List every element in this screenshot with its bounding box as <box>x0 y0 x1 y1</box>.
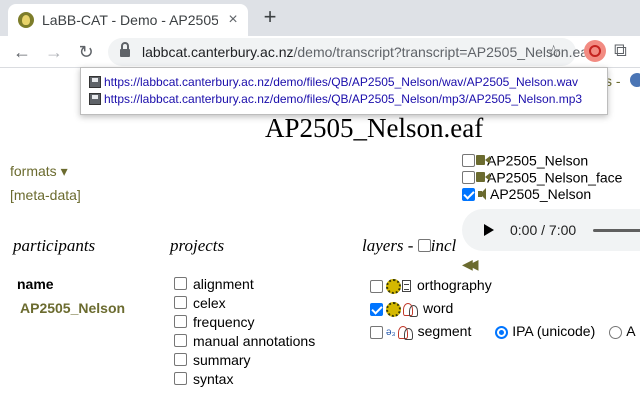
speaker-icon <box>478 188 486 201</box>
close-tab-icon[interactable]: × <box>224 11 242 29</box>
floppy-disk-icon <box>89 76 101 88</box>
lock-icon[interactable] <box>120 42 130 58</box>
help-icon[interactable] <box>630 73 640 87</box>
media-label[interactable]: AP2505_Nelson <box>490 186 591 202</box>
media-label[interactable]: AP2505_Nelson_face <box>487 169 622 185</box>
participant-link[interactable]: AP2505_Nelson <box>20 300 125 316</box>
url-host: labbcat.canterbury.ac.nz <box>142 44 294 60</box>
layers-heading: layers - incl <box>362 236 456 256</box>
extension-icon[interactable] <box>584 40 606 62</box>
document-icon <box>402 280 411 293</box>
media-checkbox[interactable] <box>462 170 475 184</box>
project-item: summary <box>174 352 315 371</box>
audio-time: 0:00 / 7:00 <box>510 222 577 238</box>
participants-icon <box>402 302 418 318</box>
floppy-disk-icon <box>89 93 101 105</box>
audio-progress-slider[interactable] <box>593 229 640 232</box>
participants-heading: participants <box>13 236 96 255</box>
address-bar[interactable]: labbcat.canterbury.ac.nz/demo/transcript… <box>108 38 592 66</box>
ipa-radio[interactable] <box>495 325 509 339</box>
project-item: frequency <box>174 314 315 333</box>
reload-button[interactable]: ↻ <box>74 40 98 64</box>
project-label[interactable]: celex <box>193 295 226 311</box>
media-label[interactable]: AP2505_Nelson <box>487 152 588 168</box>
alternate-encoding-label[interactable]: A <box>626 323 635 339</box>
layer-label[interactable]: orthography <box>417 277 492 293</box>
layer-checkbox[interactable] <box>370 279 383 293</box>
include-empty-checkbox[interactable] <box>417 239 431 252</box>
media-checkbox[interactable] <box>462 187 475 201</box>
project-checkbox[interactable] <box>174 372 187 385</box>
phonetic-icon: ə₃ <box>386 326 396 338</box>
page-title: AP2505_Nelson.eaf <box>265 113 484 143</box>
ipa-radio-label[interactable]: IPA (unicode) <box>512 323 595 339</box>
browser-tab[interactable]: LaBB-CAT - Demo - AP2505_Nelson.eaf × <box>8 4 248 36</box>
layer-item: ə₃ segment IPA (unicode) A <box>370 323 636 346</box>
alternate-encoding-radio[interactable] <box>609 325 623 339</box>
rewind-icon[interactable]: ◀◀ <box>462 256 478 273</box>
back-button[interactable]: ← <box>10 40 34 64</box>
layer-item: word <box>370 300 636 323</box>
play-icon[interactable] <box>484 224 494 236</box>
project-item: syntax <box>174 371 315 390</box>
gear-icon <box>386 278 401 294</box>
layer-checkbox[interactable] <box>370 302 383 316</box>
tab-strip: LaBB-CAT - Demo - AP2505_Nelson.eaf × + <box>0 0 640 36</box>
layer-label[interactable]: segment <box>418 323 472 339</box>
wav-url[interactable]: https://labbcat.canterbury.ac.nz/demo/fi… <box>104 75 578 89</box>
media-item: AP2505_Nelson <box>462 185 622 202</box>
include-label: incl <box>430 236 457 255</box>
tooltip-link-mp3[interactable]: https://labbcat.canterbury.ac.nz/demo/fi… <box>89 92 582 106</box>
video-camera-icon <box>476 172 490 183</box>
labbcat-favicon-icon <box>18 12 34 28</box>
project-item: manual annotations <box>174 333 315 352</box>
project-checkbox[interactable] <box>174 277 187 290</box>
project-checkbox[interactable] <box>174 334 187 347</box>
media-checkbox[interactable] <box>462 153 475 167</box>
project-label[interactable]: frequency <box>193 314 254 330</box>
browser-toolbar: ← → ↻ labbcat.canterbury.ac.nz/demo/tran… <box>0 36 640 68</box>
project-label[interactable]: summary <box>193 352 251 368</box>
project-checkbox[interactable] <box>174 296 187 309</box>
layers-heading-text: layers - <box>362 236 414 255</box>
project-item: celex <box>174 295 315 314</box>
layer-item: orthography <box>370 277 636 300</box>
project-label[interactable]: manual annotations <box>193 333 315 349</box>
participants-icon <box>397 325 413 341</box>
project-label[interactable]: alignment <box>193 276 254 292</box>
project-checkbox[interactable] <box>174 315 187 328</box>
layer-label[interactable]: word <box>423 300 453 316</box>
audio-player[interactable]: 0:00 / 7:00 <box>462 209 640 251</box>
projects-heading: projects <box>170 236 225 255</box>
extensions-puzzle-icon[interactable]: ⧉ <box>614 40 627 61</box>
layers-list: orthography word ə₃ segment IPA (unicode)… <box>370 277 636 346</box>
media-item: AP2505_Nelson <box>462 151 622 168</box>
name-column-heading: name <box>17 276 54 292</box>
formats-menu-link[interactable]: formats ▾ <box>10 163 68 180</box>
project-label[interactable]: syntax <box>193 371 233 387</box>
mp3-url[interactable]: https://labbcat.canterbury.ac.nz/demo/fi… <box>104 92 582 106</box>
tab-title: LaBB-CAT - Demo - AP2505_Nelson.eaf <box>42 12 218 28</box>
metadata-link[interactable]: [meta-data] <box>10 187 81 203</box>
gear-icon <box>386 301 401 317</box>
bookmark-star-icon[interactable]: ☆ <box>546 42 561 62</box>
project-checkbox[interactable] <box>174 353 187 366</box>
projects-list: alignment celex frequency manual annotat… <box>174 276 315 390</box>
new-tab-button[interactable]: + <box>258 5 282 29</box>
tooltip-link-wav[interactable]: https://labbcat.canterbury.ac.nz/demo/fi… <box>89 75 578 89</box>
media-links-tooltip: https://labbcat.canterbury.ac.nz/demo/fi… <box>80 67 608 115</box>
video-camera-icon <box>476 155 490 166</box>
forward-button[interactable]: → <box>42 40 66 64</box>
project-item: alignment <box>174 276 315 295</box>
media-list: AP2505_Nelson AP2505_Nelson_face AP2505_… <box>462 151 622 202</box>
layer-checkbox[interactable] <box>370 325 383 339</box>
page-content: s - AP2505_Nelson.eaf formats ▾ [meta-da… <box>0 69 640 400</box>
media-item: AP2505_Nelson_face <box>462 168 622 185</box>
url-text[interactable]: labbcat.canterbury.ac.nz/demo/transcript… <box>142 44 592 60</box>
